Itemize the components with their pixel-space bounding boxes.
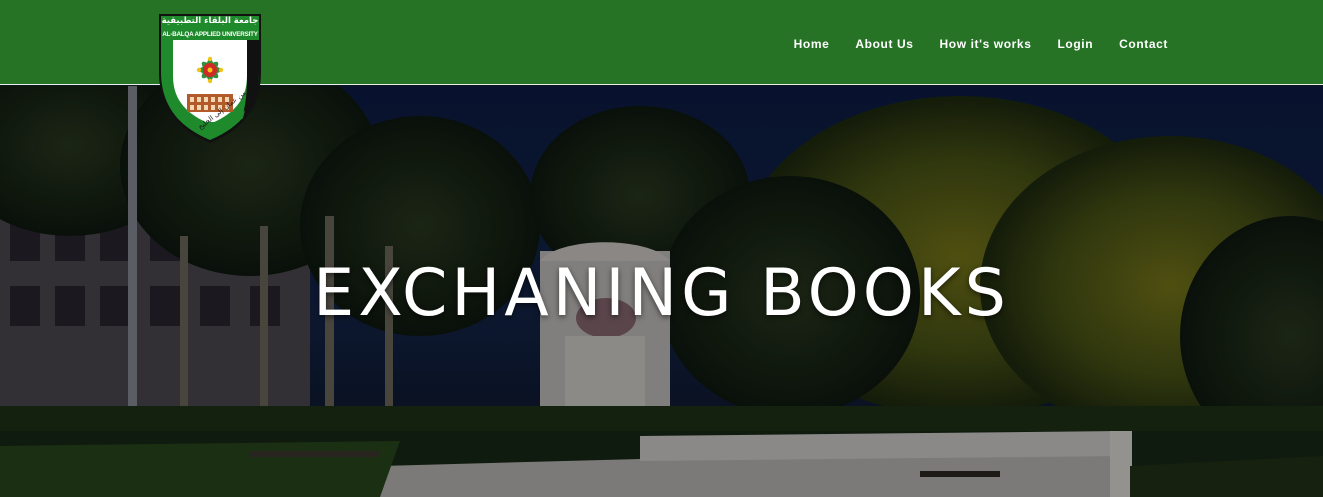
nav-item-login: Login (1057, 35, 1093, 53)
nav-item-how: How it's works (940, 35, 1032, 53)
hero-title: EXCHANING BOOKS (313, 256, 1010, 331)
nav-link-about-us[interactable]: About Us (855, 37, 913, 51)
main-nav: Home About Us How it's works Login Conta… (794, 35, 1168, 53)
nav-link-how-it-works[interactable]: How it's works (940, 37, 1032, 51)
hero-banner: EXCHANING BOOKS (0, 86, 1323, 497)
nav-item-about: About Us (855, 35, 913, 53)
nav-link-home[interactable]: Home (794, 37, 830, 51)
logo-english-name: AL-BALQA APPLIED UNIVERSITY (162, 31, 258, 38)
nav-item-contact: Contact (1119, 35, 1168, 53)
nav-item-home: Home (794, 35, 830, 53)
university-logo[interactable]: جامعة البلقاء التطبيقية AL-BALQA APPLIED… (157, 14, 263, 144)
nav-link-login[interactable]: Login (1057, 37, 1093, 51)
logo-arabic-name: جامعة البلقاء التطبيقية (161, 16, 259, 26)
nav-link-contact[interactable]: Contact (1119, 37, 1168, 51)
